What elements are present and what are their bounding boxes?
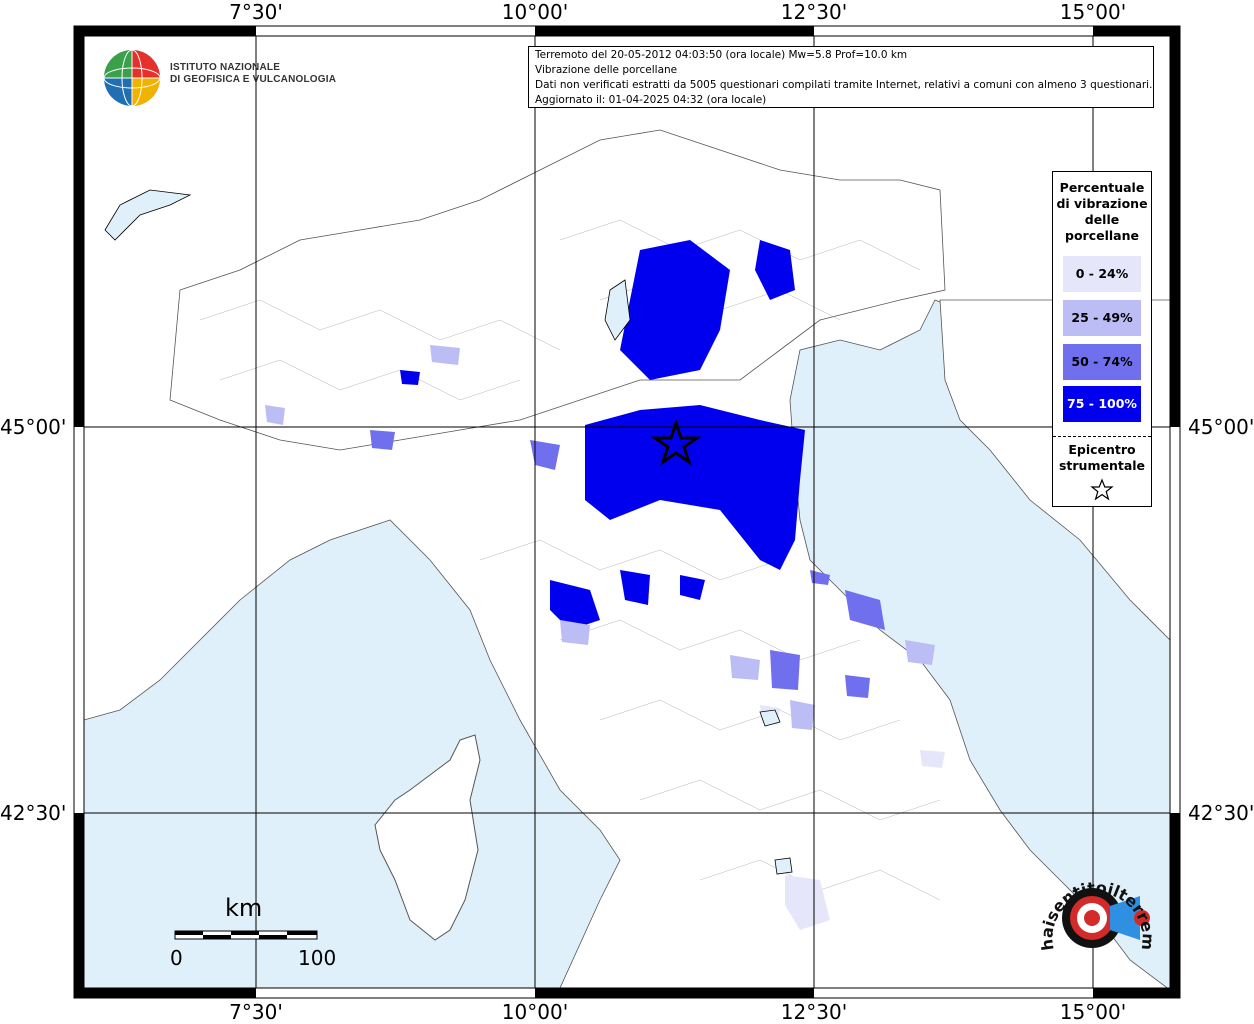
event-info-line: Dati non verificati estratti da 5005 que… xyxy=(535,79,1153,91)
area-class-50-74 xyxy=(770,650,800,690)
top-lon-label: 7°30' xyxy=(229,0,283,24)
legend: Percentuale di vibrazione delle porcella… xyxy=(1052,171,1152,507)
star-outline-icon xyxy=(1090,478,1114,501)
bottom-lon-label: 10°00' xyxy=(501,1000,569,1024)
legend-class-25-49: 25 - 49% xyxy=(1063,300,1141,336)
globe-icon xyxy=(103,49,161,107)
left-lat-label: 42°30' xyxy=(0,801,67,825)
event-info-line: Terremoto del 20-05-2012 04:03:50 (ora l… xyxy=(535,49,908,61)
ingv-name-line2: DI GEOFISICA E VULCANOLOGIA xyxy=(170,74,337,85)
area-class-0-24 xyxy=(920,750,945,768)
scale-bar: km 0 100 xyxy=(170,890,336,970)
event-info-box: Terremoto del 20-05-2012 04:03:50 (ora l… xyxy=(528,46,1154,108)
top-lon-label: 15°00' xyxy=(1059,0,1127,24)
legend-title-line: Percentuale xyxy=(1059,180,1145,195)
ingv-name-line1: ISTITUTO NAZIONALE xyxy=(170,62,281,73)
area-class-25-49 xyxy=(790,700,815,730)
legend-title-line: delle xyxy=(1084,212,1120,227)
legend-class-50-74: 50 - 74% xyxy=(1063,344,1141,380)
legend-title-line: porcellane xyxy=(1065,228,1139,243)
top-lon-label: 12°30' xyxy=(780,0,848,24)
area-class-25-49 xyxy=(265,405,285,425)
legend-title-line: di vibrazione xyxy=(1056,196,1148,211)
legend-separator xyxy=(1053,436,1151,437)
right-lat-label: 42°30' xyxy=(1188,801,1254,825)
haisentito-logo: haisentitoilterremoto.it xyxy=(1030,858,1158,952)
lake-bolsena xyxy=(774,857,793,875)
legend-title: Percentuale di vibrazione delle porcella… xyxy=(1053,180,1151,244)
area-class-50-74 xyxy=(845,675,870,698)
scale-unit: km xyxy=(225,894,263,922)
legend-class-75-100: 75 - 100% xyxy=(1063,386,1141,422)
right-lat-label: 45°00' xyxy=(1188,415,1254,439)
area-class-50-74 xyxy=(370,430,395,450)
legend-epicenter-label: Epicentro strumentale xyxy=(1053,442,1151,474)
bottom-lon-label: 7°30' xyxy=(229,1000,283,1024)
legend-class-0-24: 0 - 24% xyxy=(1063,256,1141,292)
legend-epicenter-line: strumentale xyxy=(1058,458,1146,473)
top-lon-label: 10°00' xyxy=(501,0,569,24)
event-info-line: Aggiornato il: 01-04-2025 04:32 (ora loc… xyxy=(535,94,767,106)
area-class-75-100 xyxy=(400,370,420,385)
bottom-lon-label: 12°30' xyxy=(780,1000,848,1024)
legend-epicenter-line: Epicentro xyxy=(1068,442,1136,457)
event-info-line: Vibrazione delle porcellane xyxy=(535,64,678,76)
area-class-25-49 xyxy=(430,345,460,365)
ingv-name: ISTITUTO NAZIONALE DI GEOFISICA E VULCAN… xyxy=(170,62,336,86)
left-lat-label: 45°00' xyxy=(0,415,67,439)
bottom-lon-label: 15°00' xyxy=(1059,1000,1127,1024)
ingv-logo: ISTITUTO NAZIONALE DI GEOFISICA E VULCAN… xyxy=(102,48,336,108)
scale-end-label: 100 xyxy=(298,946,337,970)
scale-start-label: 0 xyxy=(170,946,183,970)
